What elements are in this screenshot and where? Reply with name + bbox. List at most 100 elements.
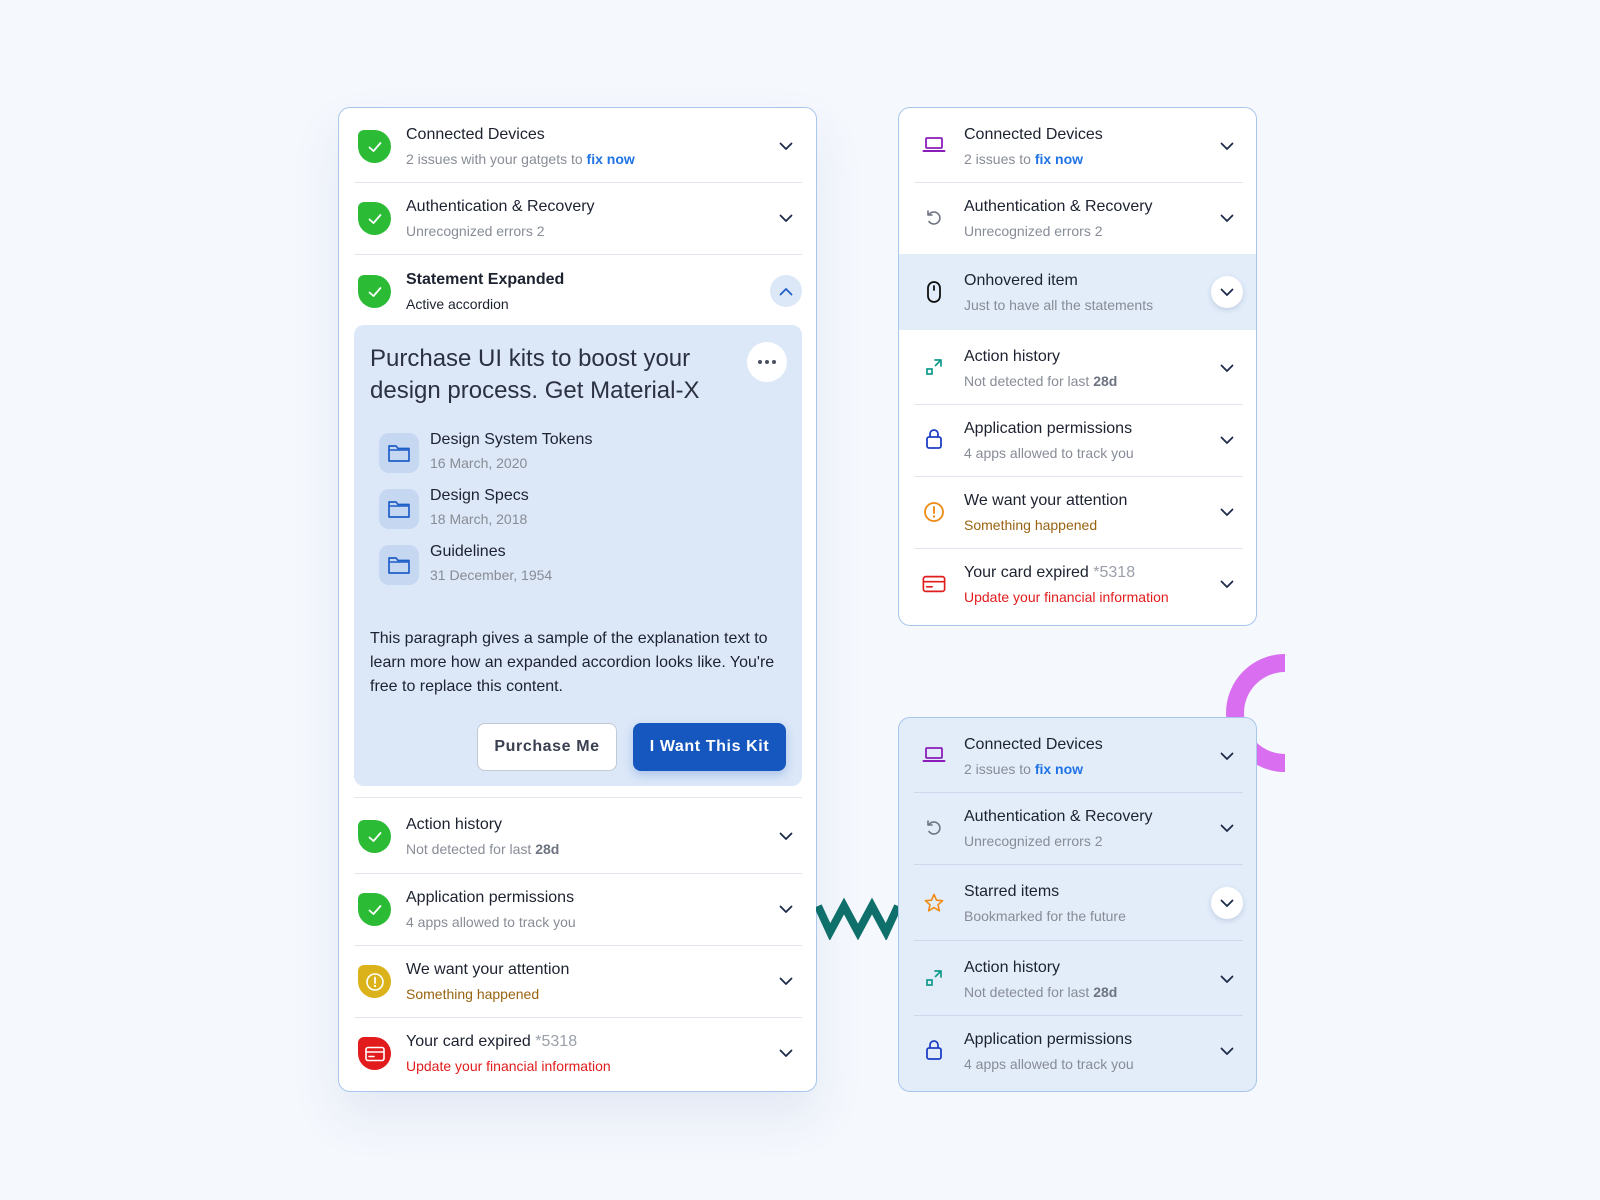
folder-icon xyxy=(379,489,419,529)
accordion-item-connected-devices[interactable]: Connected Devices 2 issues to fix now xyxy=(914,108,1243,183)
chevron-down-icon[interactable] xyxy=(770,820,802,852)
file-date: 18 March, 2018 xyxy=(430,511,528,527)
chevron-up-icon[interactable] xyxy=(770,275,802,307)
item-title: Application permissions xyxy=(964,420,1133,437)
chevron-down-icon[interactable] xyxy=(1211,496,1243,528)
expanded-headline: Purchase UI kits to boost your design pr… xyxy=(370,345,700,404)
accordion-item-authentication[interactable]: Authentication & Recovery Unrecognized e… xyxy=(914,793,1243,865)
accordion-panel-default: Connected Devices 2 issues with your gat… xyxy=(338,107,817,1092)
item-subtitle: 2 issues to fix now xyxy=(964,761,1084,777)
item-subtitle: Active accordion xyxy=(406,296,509,312)
item-title: Statement Expanded xyxy=(406,271,565,288)
accordion-item-app-permissions[interactable]: Application permissions 4 apps allowed t… xyxy=(914,1016,1243,1091)
accordion-item-action-history[interactable]: Action history Not detected for last 28d xyxy=(914,330,1243,405)
chevron-down-icon[interactable] xyxy=(770,893,802,925)
history-icon xyxy=(922,206,946,230)
item-subtitle: Not detected for last 28d xyxy=(406,841,560,857)
accordion-item-action-history[interactable]: Action history Not detected for last 28d xyxy=(354,798,802,874)
chevron-down-icon[interactable] xyxy=(1211,887,1243,919)
credit-card-icon xyxy=(922,572,946,596)
item-subtitle: 2 issues to fix now xyxy=(964,151,1084,167)
chevron-down-icon[interactable] xyxy=(770,965,802,997)
accordion-expanded-content: Purchase UI kits to boost your design pr… xyxy=(354,325,802,786)
item-subtitle: Not detected for last 28d xyxy=(964,373,1118,389)
accordion-item-statement-expanded[interactable]: Statement Expanded Active accordion xyxy=(354,255,802,325)
accordion-item-card-expired[interactable]: Your card expired *5318 Update your fina… xyxy=(914,549,1243,625)
accordion-item-attention[interactable]: We want your attention Something happene… xyxy=(354,946,802,1018)
file-item[interactable]: Design Specs 18 March, 2018 xyxy=(379,487,679,531)
purchase-me-button[interactable]: Purchase Me xyxy=(477,723,617,771)
teal-zigzag-decoration xyxy=(816,898,900,940)
laptop-icon xyxy=(922,133,946,157)
accordion-item-connected-devices[interactable]: Connected Devices 2 issues to fix now xyxy=(914,718,1243,793)
item-subtitle: Just to have all the statements xyxy=(964,297,1154,313)
item-subtitle: Something happened xyxy=(406,986,540,1002)
accordion-item-app-permissions[interactable]: Application permissions 4 apps allowed t… xyxy=(354,874,802,946)
lock-icon xyxy=(922,1038,946,1062)
chevron-down-icon[interactable] xyxy=(1211,812,1243,844)
file-name: Design System Tokens xyxy=(430,431,593,448)
file-item[interactable]: Guidelines 31 December, 1954 xyxy=(379,543,679,587)
accordion-item-card-expired[interactable]: Your card expired *5318 Update your fina… xyxy=(354,1018,802,1091)
item-title: Your card expired *5318 xyxy=(964,564,1136,581)
item-title: Starred items xyxy=(964,883,1060,900)
check-badge-icon xyxy=(358,893,391,926)
file-date: 16 March, 2020 xyxy=(430,455,528,471)
fix-now-link[interactable]: fix now xyxy=(587,151,635,167)
item-subtitle: Bookmarked for the future xyxy=(964,908,1126,924)
item-title: We want your attention xyxy=(406,961,570,978)
accordion-item-authentication[interactable]: Authentication & Recovery Unrecognized e… xyxy=(354,183,802,255)
accordion-item-connected-devices[interactable]: Connected Devices 2 issues with your gat… xyxy=(354,108,802,183)
item-title: Authentication & Recovery xyxy=(964,198,1153,215)
item-title: Action history xyxy=(406,816,503,833)
item-title: We want your attention xyxy=(964,492,1128,509)
item-title: Authentication & Recovery xyxy=(964,808,1153,825)
chevron-down-icon[interactable] xyxy=(1211,568,1243,600)
item-subtitle: Something happened xyxy=(964,517,1098,533)
accordion-item-starred[interactable]: Starred items Bookmarked for the future xyxy=(914,865,1243,941)
item-title: Application permissions xyxy=(964,1031,1133,1048)
chevron-down-icon[interactable] xyxy=(1211,276,1243,308)
accordion-item-action-history[interactable]: Action history Not detected for last 28d xyxy=(914,941,1243,1016)
lock-icon xyxy=(922,427,946,451)
accordion-item-authentication[interactable]: Authentication & Recovery Unrecognized e… xyxy=(914,183,1243,254)
file-date: 31 December, 1954 xyxy=(430,567,553,583)
star-icon xyxy=(922,891,946,915)
file-item[interactable]: Design System Tokens 16 March, 2020 xyxy=(379,431,679,475)
chevron-down-icon[interactable] xyxy=(1211,352,1243,384)
chevron-down-icon[interactable] xyxy=(1211,202,1243,234)
item-subtitle: 4 apps allowed to track you xyxy=(964,445,1134,461)
fix-now-link[interactable]: fix now xyxy=(1035,761,1083,777)
chevron-down-icon[interactable] xyxy=(770,1037,802,1069)
item-title: Onhovered item xyxy=(964,272,1078,289)
item-subtitle: Unrecognized errors 2 xyxy=(964,833,1103,849)
alert-badge-icon xyxy=(358,965,391,998)
credit-card-badge-icon xyxy=(358,1037,391,1070)
file-name: Design Specs xyxy=(430,487,529,504)
expanded-paragraph: This paragraph gives a sample of the exp… xyxy=(370,630,775,695)
chevron-down-icon[interactable] xyxy=(1211,740,1243,772)
item-subtitle: Update your financial information xyxy=(964,589,1169,605)
chevron-down-icon[interactable] xyxy=(770,202,802,234)
chevron-down-icon[interactable] xyxy=(1211,130,1243,162)
history-icon xyxy=(922,816,946,840)
item-subtitle: 4 apps allowed to track you xyxy=(406,914,576,930)
want-this-kit-button[interactable]: I Want This Kit xyxy=(633,723,786,771)
item-subtitle: 4 apps allowed to track you xyxy=(964,1056,1134,1072)
item-subtitle: Unrecognized errors 2 xyxy=(964,223,1103,239)
chevron-down-icon[interactable] xyxy=(1211,1035,1243,1067)
accordion-panel-hover: Connected Devices 2 issues to fix now Au… xyxy=(898,107,1257,626)
expand-arrows-icon xyxy=(922,355,946,379)
accordion-item-app-permissions[interactable]: Application permissions 4 apps allowed t… xyxy=(914,405,1243,477)
item-title: Your card expired *5318 xyxy=(406,1033,578,1050)
chevron-down-icon[interactable] xyxy=(1211,963,1243,995)
accordion-item-hovered[interactable]: Onhovered item Just to have all the stat… xyxy=(914,254,1243,330)
file-name: Guidelines xyxy=(430,543,506,560)
item-subtitle: 2 issues with your gatgets to fix now xyxy=(406,151,635,167)
item-title: Action history xyxy=(964,959,1061,976)
fix-now-link[interactable]: fix now xyxy=(1035,151,1083,167)
more-options-icon[interactable] xyxy=(747,342,787,382)
chevron-down-icon[interactable] xyxy=(1211,424,1243,456)
accordion-item-attention[interactable]: We want your attention Something happene… xyxy=(914,477,1243,549)
chevron-down-icon[interactable] xyxy=(770,130,802,162)
